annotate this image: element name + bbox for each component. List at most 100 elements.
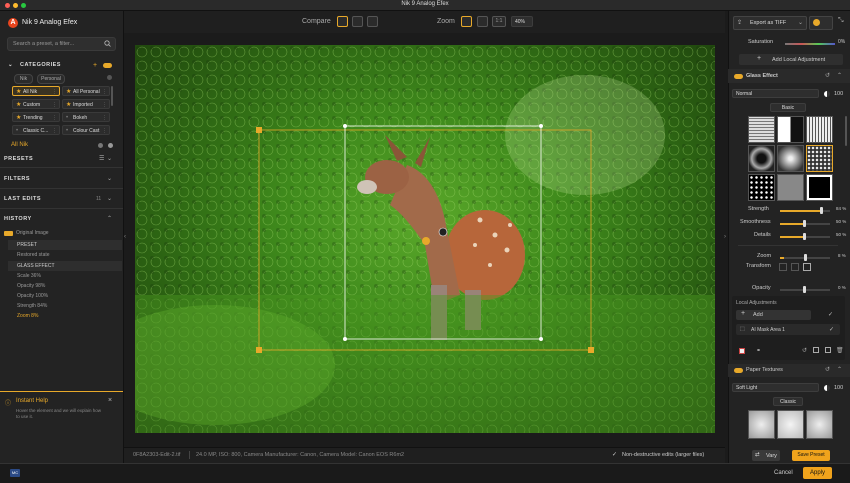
apply-button[interactable]: Apply [803, 467, 832, 479]
history-item[interactable]: GLASS EFFECT [8, 261, 122, 271]
zoom-knob[interactable] [804, 254, 807, 261]
texture-thumb[interactable] [777, 174, 804, 201]
chevron-down-icon[interactable]: ⌄ [107, 195, 112, 202]
glass-blend-mode-select[interactable]: Normal [732, 89, 819, 98]
category-trending[interactable]: ★ Trending ⋮ [12, 112, 60, 122]
paper-thumb[interactable] [777, 410, 804, 439]
glass-effect-toggle[interactable] [734, 74, 743, 79]
category-custom[interactable]: ★ Custom ⋮ [12, 99, 60, 109]
zoom-select[interactable]: 40% [511, 16, 533, 27]
filter-personal[interactable]: Personal [37, 74, 65, 84]
compare-split-button[interactable] [337, 16, 348, 27]
collapse-left-icon[interactable]: ‹ [124, 234, 126, 240]
paper-textures-toggle[interactable] [734, 368, 743, 373]
collapse-right-icon[interactable]: › [724, 234, 726, 240]
checkmark-icon[interactable]: ✓ [829, 326, 834, 333]
trash-icon[interactable]: 🗑 [836, 347, 844, 354]
paste-icon[interactable] [825, 347, 831, 353]
reset-icon[interactable]: ↺ [825, 366, 830, 373]
rotate-icon[interactable] [803, 263, 811, 271]
close-icon[interactable]: × [108, 397, 112, 404]
list-view-icon[interactable]: ☰ [99, 155, 104, 162]
zoom-fit-button[interactable] [461, 16, 472, 27]
search-input[interactable]: Search a preset, a filter... [7, 37, 116, 51]
category-bokeh[interactable]: • Bokeh ⋮ [62, 112, 110, 122]
more-icon[interactable]: ⋮ [52, 113, 57, 123]
flip-horizontal-icon[interactable] [779, 263, 787, 271]
chevron-up-icon[interactable]: ⌃ [107, 215, 112, 222]
history-item[interactable]: Opacity 98% [8, 281, 122, 291]
details-knob[interactable] [803, 233, 806, 240]
texture-thumb-selected[interactable] [806, 145, 833, 172]
save-preset-button[interactable]: Save Preset [792, 450, 830, 461]
strength-knob[interactable] [820, 207, 823, 214]
history-item[interactable]: Strength 84% [8, 301, 122, 311]
history-title[interactable]: HISTORY [4, 216, 32, 222]
filter-nik[interactable]: Nik [14, 74, 33, 84]
brush-icon[interactable]: ⚭ [756, 347, 761, 354]
zoom-fill-button[interactable] [477, 16, 488, 27]
add-local-button[interactable]: + Add [736, 310, 811, 320]
more-icon[interactable]: ⋮ [102, 87, 107, 97]
glass-texture-set-select[interactable]: Basic [770, 103, 806, 112]
reset-icon[interactable]: ↺ [825, 72, 830, 79]
remove-icon[interactable] [98, 143, 103, 148]
filters-title[interactable]: FILTERS [4, 176, 30, 182]
history-item[interactable]: Zoom 8% [8, 311, 122, 321]
thumb-scrollbar[interactable] [845, 116, 847, 146]
texture-thumb[interactable] [748, 174, 775, 201]
more-icon[interactable]: ⋮ [52, 100, 57, 110]
smoothness-knob[interactable] [803, 220, 806, 227]
undo-icon[interactable]: ↺ [802, 347, 807, 354]
chevron-down-icon[interactable]: ⌄ [107, 155, 112, 162]
paper-thumb[interactable] [748, 410, 775, 439]
history-item[interactable]: Opacity 100% [8, 291, 122, 301]
vary-button[interactable]: ⇄ Vary [752, 450, 780, 461]
paper-texture-set-select[interactable]: Classic [773, 397, 803, 406]
history-item[interactable]: Restored state [8, 250, 122, 260]
saturation-slider[interactable] [785, 43, 835, 45]
mask-color-icon[interactable] [739, 348, 745, 354]
center-handle-icon[interactable] [422, 237, 430, 245]
history-item[interactable]: Original Image [8, 228, 122, 238]
color-profile-button[interactable] [809, 16, 833, 30]
category-all-personal[interactable]: ★ All Personal ⋮ [62, 86, 110, 96]
more-icon[interactable]: ⋮ [52, 87, 57, 97]
collapse-panel-icon[interactable]: ⤡ [838, 17, 844, 25]
texture-thumb[interactable] [777, 145, 804, 172]
cancel-button[interactable]: Cancel [774, 470, 793, 476]
flip-vertical-icon[interactable] [791, 263, 799, 271]
categories-toggle[interactable] [103, 63, 112, 68]
chevron-down-icon[interactable]: ⌄ [107, 175, 112, 182]
image-canvas[interactable] [135, 45, 715, 433]
chevron-down-icon[interactable]: ⌄ [8, 62, 13, 68]
presets-title[interactable]: PRESETS [4, 156, 33, 162]
opacity-knob[interactable] [803, 286, 806, 293]
chevron-up-icon[interactable]: ⌃ [837, 366, 842, 373]
texture-thumb[interactable] [777, 116, 804, 143]
last-edits-title[interactable]: LAST EDITS [4, 196, 41, 202]
category-colour-cast[interactable]: • Colour Cast ⋮ [62, 125, 110, 135]
add-local-adjustment-button[interactable]: + Add Local Adjustment [739, 54, 843, 65]
more-icon[interactable]: ⋮ [102, 113, 107, 123]
compare-clear-button[interactable] [367, 16, 378, 27]
history-item[interactable]: PRESET [8, 240, 122, 250]
category-imported[interactable]: ★ Imported ⋮ [62, 99, 110, 109]
texture-thumb[interactable] [748, 145, 775, 172]
texture-thumb[interactable] [806, 174, 833, 201]
checkmark-icon[interactable]: ✓ [612, 451, 617, 458]
chevron-up-icon[interactable]: ⌃ [837, 72, 842, 79]
more-icon[interactable]: ⋮ [52, 126, 57, 136]
copy-icon[interactable] [813, 347, 819, 353]
more-icon[interactable]: ⋮ [102, 100, 107, 110]
categories-scrollbar[interactable] [111, 86, 113, 106]
category-all-nik[interactable]: ★ All Nik ⋮ [12, 86, 60, 96]
paper-blend-mode-select[interactable]: Soft Light [732, 383, 819, 392]
texture-thumb[interactable] [806, 116, 833, 143]
paper-thumb[interactable] [806, 410, 833, 439]
texture-thumb[interactable] [748, 116, 775, 143]
history-item[interactable]: Scale 36% [8, 271, 122, 281]
compare-side-button[interactable] [352, 16, 363, 27]
zoom-1-1-button[interactable]: 1:1 [492, 16, 506, 27]
add-icon[interactable] [108, 143, 113, 148]
